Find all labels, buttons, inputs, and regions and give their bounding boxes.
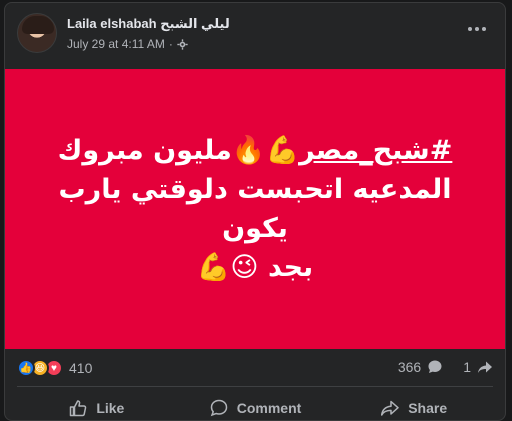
banner-line1: 💪🔥مليون مبروك <box>57 135 300 166</box>
like-button[interactable]: Like <box>17 393 176 420</box>
comment-label: Comment <box>236 400 302 416</box>
avatar[interactable] <box>17 13 57 53</box>
share-icon <box>381 400 399 416</box>
hashtag-link[interactable]: #شبح_مصر <box>299 135 452 166</box>
more-options-icon[interactable] <box>463 19 491 39</box>
reaction-summary[interactable]: 👍 😆 ♥ 410 <box>17 359 92 377</box>
post-header: Laila elshabah ليلي الشبح July 29 at 4:1… <box>17 13 493 57</box>
comment-button[interactable]: Comment <box>176 393 335 420</box>
post-card: Laila elshabah ليلي الشبح July 29 at 4:1… <box>4 2 506 421</box>
meta-separator: · <box>168 37 173 51</box>
author-name[interactable]: Laila elshabah ليلي الشبح <box>67 16 230 32</box>
author-row: Laila elshabah ليلي الشبح <box>67 16 230 32</box>
post-timestamp[interactable]: July 29 at 4:11 AM <box>67 37 165 51</box>
post-stats: 👍 😆 ♥ 410 366 1 <box>17 355 493 381</box>
banner-line2: المدعيه اتحبست دلوقتي يارب يكون <box>58 174 452 244</box>
banner-text: #شبح_مصر💪🔥مليون مبروك المدعيه اتحبست دلو… <box>40 131 470 287</box>
gear-icon[interactable] <box>177 38 188 50</box>
post-meta: July 29 at 4:11 AM · <box>67 37 188 51</box>
comment-bubble-icon <box>428 360 442 373</box>
divider <box>17 386 493 387</box>
thumbs-up-icon <box>70 400 87 417</box>
post-banner: #شبح_مصر💪🔥مليون مبروك المدعيه اتحبست دلو… <box>5 69 505 349</box>
like-label: Like <box>96 400 125 416</box>
comment-count[interactable]: 366 <box>398 359 421 375</box>
banner-line3: بجد 😉💪 <box>196 252 314 283</box>
post-actions: Like Comment Share <box>17 393 493 420</box>
share-count[interactable]: 1 <box>463 359 471 375</box>
like-icon: 👍 <box>17 359 35 377</box>
share-label: Share <box>408 400 448 416</box>
reaction-count: 410 <box>69 360 93 376</box>
comment-icon <box>210 399 227 417</box>
share-arrow-icon <box>478 361 492 373</box>
engagement-counts: 366 1 <box>398 359 493 375</box>
share-button[interactable]: Share <box>334 393 493 420</box>
